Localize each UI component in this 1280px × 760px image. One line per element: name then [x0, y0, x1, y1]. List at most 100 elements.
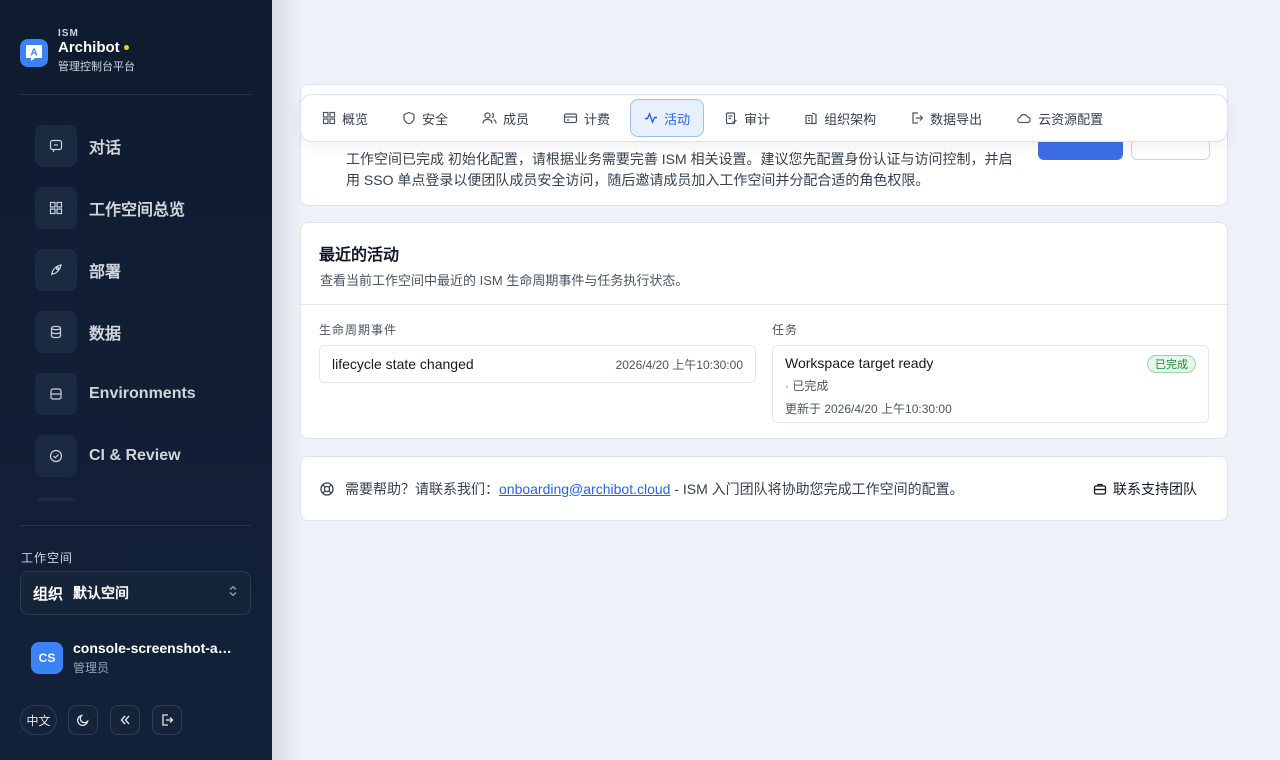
more-icon [35, 497, 77, 501]
cloud-icon [1017, 114, 1031, 124]
status-dot [123, 45, 129, 50]
tab-label: 计费 [584, 111, 611, 127]
user-profile[interactable]: CS console-screenshot-admin 管理员 [31, 640, 238, 676]
sidebar-item-label: CI & Review [89, 447, 181, 464]
building-icon [805, 112, 817, 125]
sidebar-item-workspace-overview[interactable]: 工作空间总览 [35, 187, 255, 229]
workspace-select[interactable]: 组织 默认空间 [20, 571, 251, 615]
server-icon [35, 373, 77, 415]
sidebar-item-deploy[interactable]: 部署 [35, 249, 255, 291]
settings-tabs: 概览 安全 成员 计费 活动 审计 组织架构 数据导出 云资源配置 [300, 94, 1228, 142]
logout-icon [162, 714, 174, 726]
contact-support-button[interactable]: 联系支持团队 [1093, 479, 1197, 499]
tab-label: 活动 [664, 111, 691, 127]
tab-audit[interactable]: 审计 [710, 99, 784, 137]
users-icon [482, 112, 497, 124]
tab-billing[interactable]: 计费 [549, 99, 624, 137]
contact-support-label: 联系支持团队 [1113, 480, 1197, 497]
tab-members[interactable]: 成员 [468, 99, 543, 137]
shield-icon [403, 111, 415, 125]
support-text: 需要帮助？请联系我们：onboarding@archibot.cloud - I… [345, 479, 964, 499]
tab-security[interactable]: 安全 [388, 99, 462, 137]
briefcase-icon [1093, 483, 1107, 495]
chat-icon [35, 125, 77, 167]
sidebar-shadow [272, 0, 302, 760]
event-time: 2026/4/20 上午10:30:00 [615, 357, 743, 372]
workspace-label: 工作空间 [21, 551, 74, 565]
logout-button[interactable] [152, 705, 182, 735]
tab-label: 概览 [342, 111, 369, 127]
sidebar-item-data[interactable]: 数据 [35, 311, 255, 353]
tab-cloud-config[interactable]: 云资源配置 [1002, 99, 1117, 137]
support-suffix: - ISM 入门团队将协助您完成工作空间的配置。 [670, 480, 964, 497]
theme-toggle-button[interactable] [68, 705, 98, 735]
recent-activity-card: 最近的活动 查看当前工作空间中最近的 ISM 生命周期事件与任务执行状态。 生命… [300, 222, 1228, 439]
collapse-sidebar-button[interactable] [110, 705, 140, 735]
brand-tag: ISM [58, 28, 79, 39]
brand-name: Archibot [58, 39, 120, 56]
tab-data-export[interactable]: 数据导出 [896, 99, 996, 137]
grid-icon [322, 111, 336, 125]
sidebar-item-label: Environments [89, 385, 196, 402]
workspace-select-icon: 组织 [33, 585, 64, 603]
rocket-icon [35, 249, 77, 291]
clipboard-check-icon [725, 112, 738, 125]
task-name: Workspace target ready [785, 355, 934, 371]
brand[interactable]: A ISM Archibot 管理控制台平台 [20, 28, 135, 74]
lifecycle-events-label: 生命周期事件 [319, 323, 398, 337]
sidebar: A ISM Archibot 管理控制台平台 对话 工作空间总览 部署 数据 E… [0, 0, 272, 760]
lifecycle-event-item: lifecycle state changed 2026/4/20 上午10:3… [319, 345, 756, 383]
event-name: lifecycle state changed [332, 356, 474, 372]
check-circle-icon [35, 435, 77, 477]
avatar: CS [31, 642, 63, 674]
archibot-logo-icon: A [20, 39, 48, 67]
task-meta: · 已完成 [785, 379, 829, 393]
tab-label: 组织架构 [824, 111, 877, 127]
chevron-up-down-icon [228, 584, 238, 602]
task-updated-time: 更新于 2026/4/20 上午10:30:00 [785, 402, 952, 416]
user-role: 管理员 [73, 661, 110, 675]
svg-text:A: A [30, 48, 37, 59]
activity-title: 最近的活动 [319, 247, 400, 264]
brand-subtitle: 管理控制台平台 [58, 61, 135, 73]
sidebar-item-environments[interactable]: Environments [35, 373, 255, 415]
sidebar-item-ci-review[interactable]: CI & Review [35, 435, 255, 477]
tab-label: 数据导出 [930, 111, 983, 127]
support-prefix: 需要帮助？请联系我们： [345, 480, 499, 497]
divider [20, 94, 251, 95]
divider [301, 304, 1227, 305]
status-badge: 已完成 [1147, 355, 1196, 373]
language-toggle-button[interactable]: 中文 [20, 705, 57, 735]
user-name: console-screenshot-admin [73, 640, 238, 656]
sidebar-item-more[interactable] [35, 497, 255, 501]
workspace-select-value: 默认空间 [73, 585, 130, 601]
activity-description: 查看当前工作空间中最近的 ISM 生命周期事件与任务执行状态。 [320, 273, 689, 288]
support-email-link[interactable]: onboarding@archibot.cloud [499, 481, 670, 497]
tab-label: 安全 [422, 111, 449, 127]
lifebuoy-icon [320, 481, 334, 496]
moon-icon [76, 714, 89, 727]
tab-activity[interactable]: 活动 [630, 99, 705, 137]
database-icon [35, 311, 77, 353]
chevrons-left-icon [120, 715, 130, 725]
export-icon [912, 112, 924, 124]
tasks-label: 任务 [772, 323, 799, 337]
card-icon [563, 113, 578, 124]
sidebar-item-label: 对话 [89, 140, 122, 157]
grid-icon [35, 187, 77, 229]
sidebar-item-label: 部署 [89, 264, 122, 281]
activity-icon [645, 112, 658, 124]
sidebar-item-chat[interactable]: 对话 [35, 125, 255, 167]
divider [20, 525, 251, 526]
support-card: 需要帮助？请联系我们：onboarding@archibot.cloud - I… [300, 456, 1228, 521]
sidebar-nav: 对话 工作空间总览 部署 数据 Environments CI & Review [35, 125, 255, 501]
tab-organization[interactable]: 组织架构 [790, 99, 890, 137]
tab-label: 审计 [744, 111, 771, 127]
tab-overview[interactable]: 概览 [308, 99, 382, 137]
alert-text: 工作空间已完成 初始化配置，请根据业务需要完善 ISM 相关设置。建议您先配置身… [346, 151, 1013, 188]
tab-label: 云资源配置 [1038, 111, 1104, 127]
sidebar-footer: 中文 [20, 705, 194, 735]
sidebar-item-label: 工作空间总览 [89, 202, 186, 219]
task-item: Workspace target ready 已完成 · 已完成 更新于 202… [772, 345, 1209, 423]
sidebar-item-label: 数据 [89, 326, 122, 343]
